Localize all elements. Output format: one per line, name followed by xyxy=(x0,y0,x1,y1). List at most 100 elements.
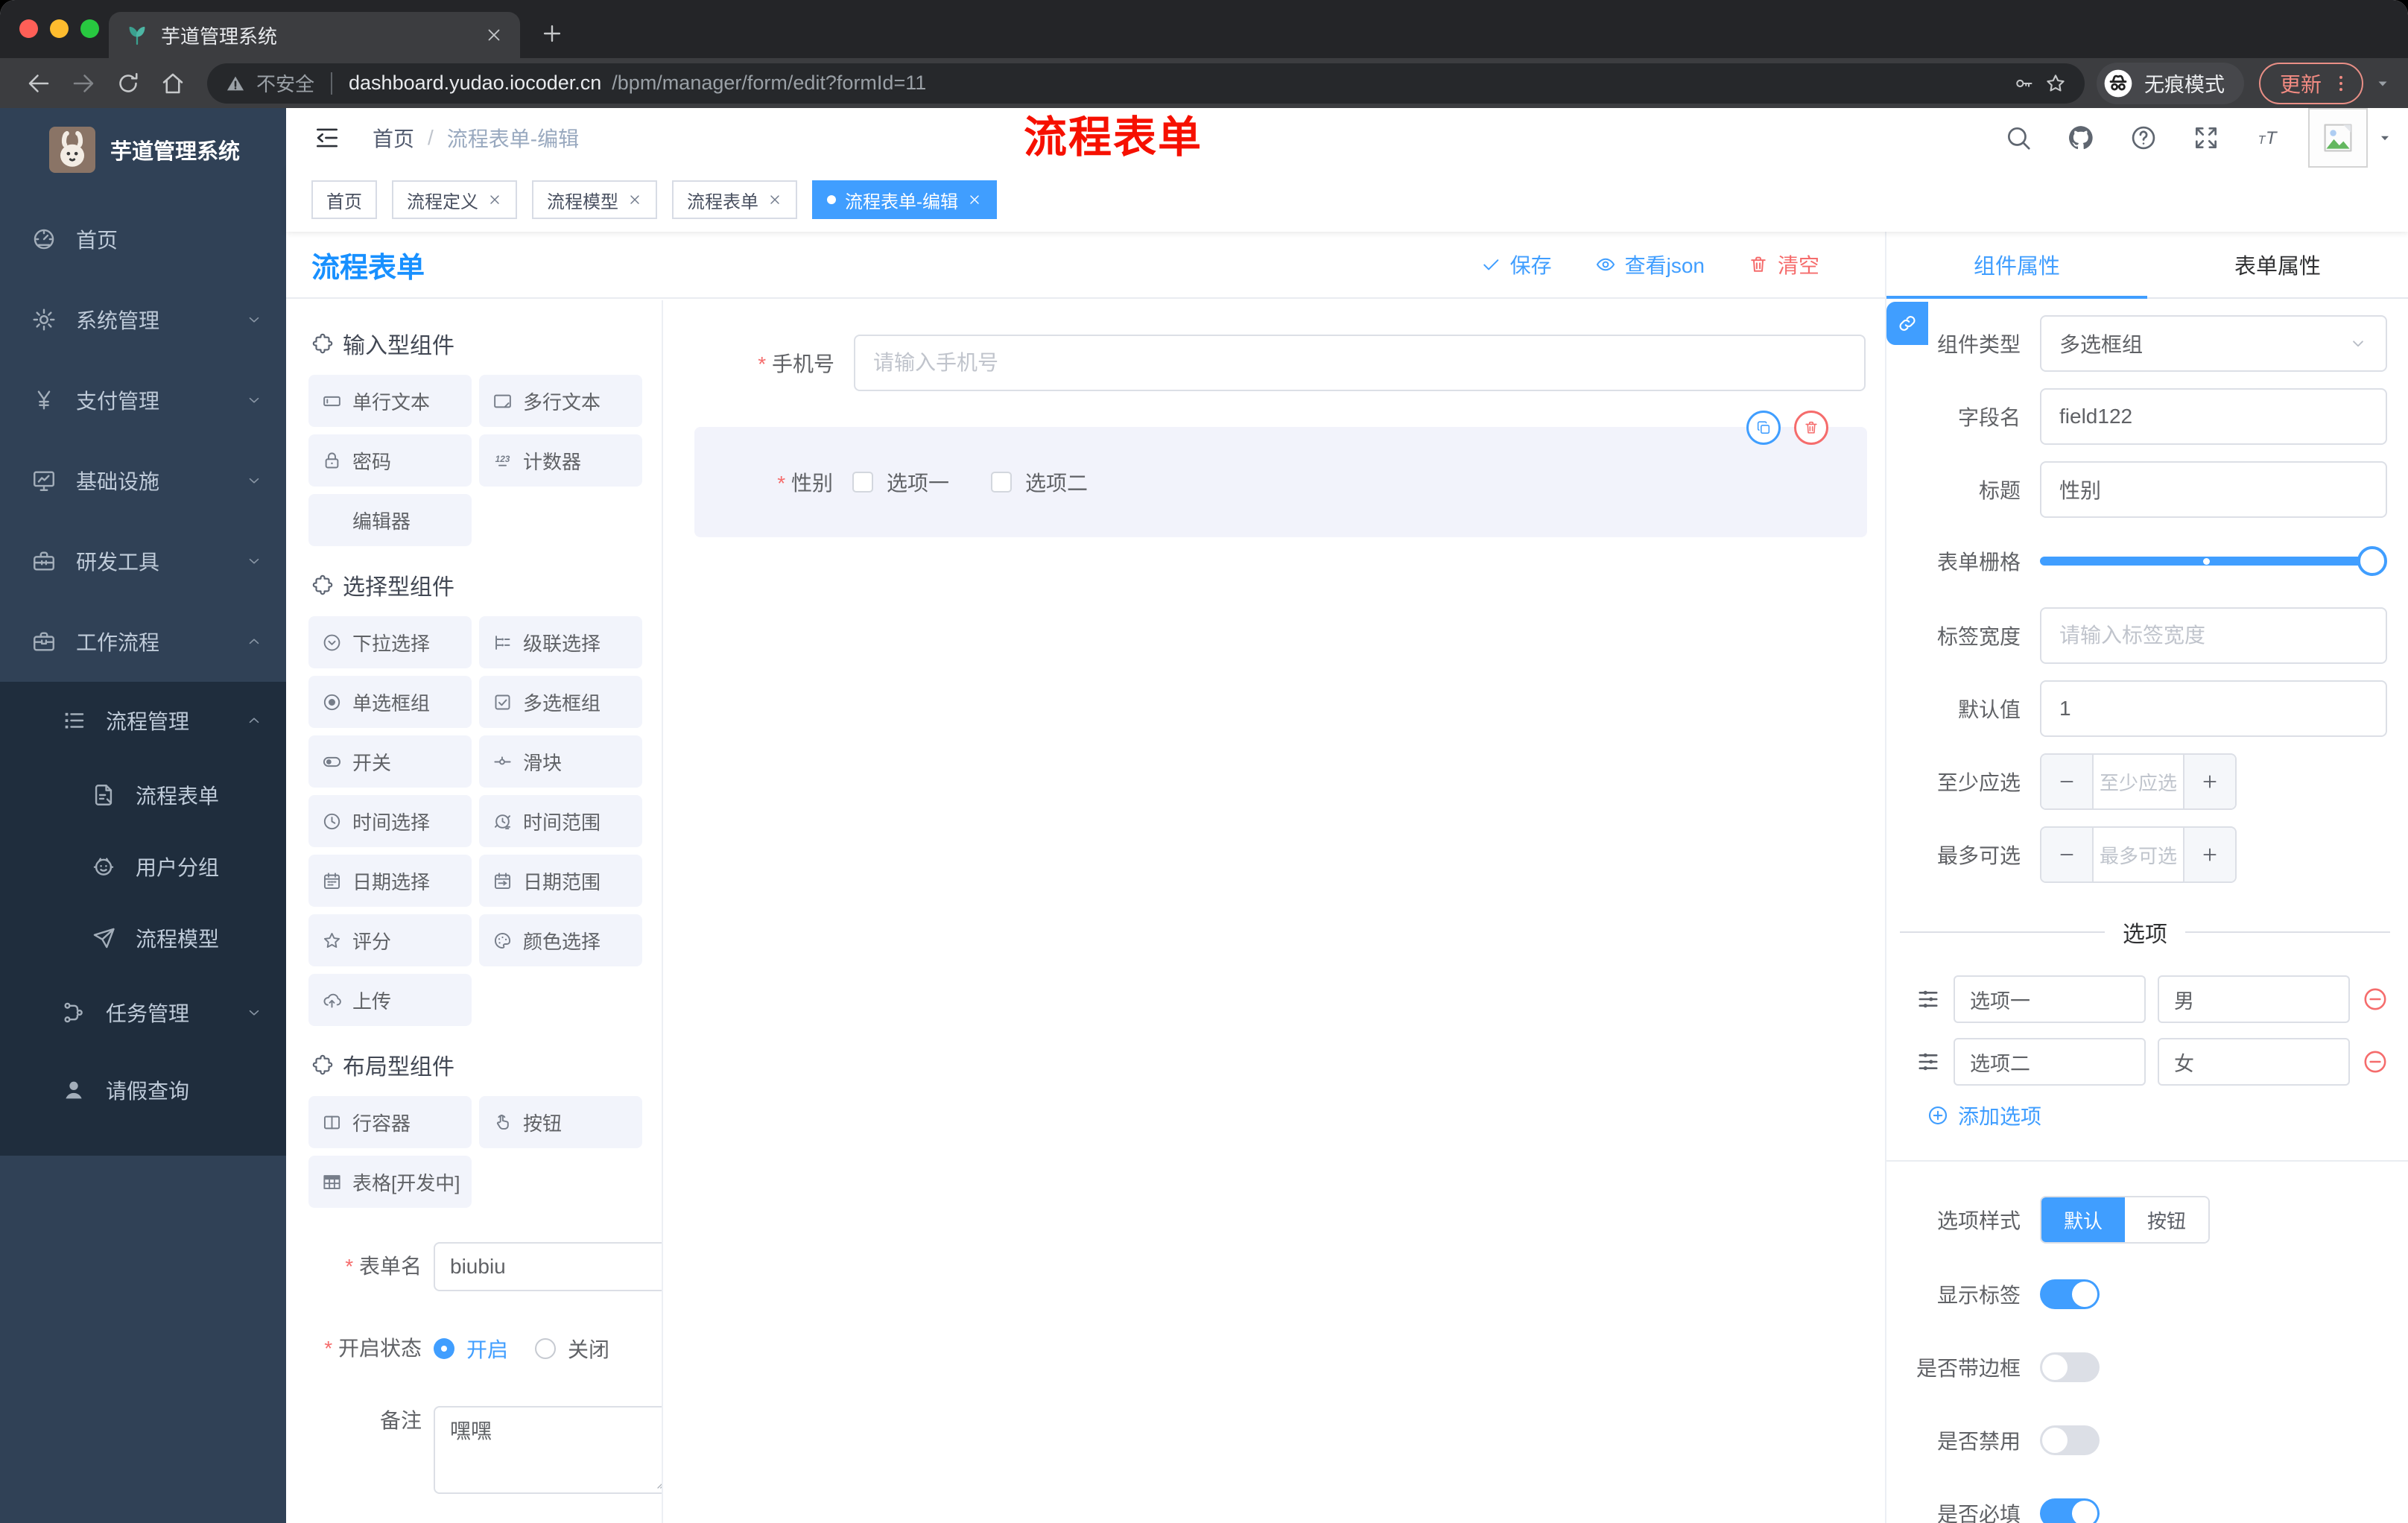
sidebar-item-系统管理[interactable]: 系统管理 xyxy=(0,279,286,360)
palette-item-表格[开发中][interactable]: 表格[开发中] xyxy=(308,1156,472,1208)
option-text-input[interactable] xyxy=(1954,975,2146,1023)
browser-tab[interactable]: 芋道管理系统 xyxy=(109,12,520,58)
remove-option-icon[interactable] xyxy=(2362,1048,2389,1075)
option-value-input[interactable] xyxy=(2158,975,2350,1023)
user-avatar[interactable] xyxy=(2308,108,2368,168)
component-type-select[interactable]: 多选框组 xyxy=(2040,315,2387,372)
label-width-input[interactable] xyxy=(2040,607,2387,664)
sidebar-item-基础设施[interactable]: 基础设施 xyxy=(0,440,286,521)
tab-close-icon[interactable] xyxy=(484,25,504,45)
sidebar-item-用户分组[interactable]: 用户分组 xyxy=(0,831,286,902)
clear-button[interactable]: 清空 xyxy=(1748,250,1819,279)
close-window-button[interactable] xyxy=(19,19,38,38)
tag-close-icon[interactable] xyxy=(967,192,982,207)
sidebar-item-首页[interactable]: 首页 xyxy=(0,199,286,279)
slider-track[interactable] xyxy=(2040,557,2383,566)
palette-item-密码[interactable]: 密码 xyxy=(308,434,472,487)
default-value-input[interactable] xyxy=(2040,680,2387,737)
remove-option-icon[interactable] xyxy=(2362,986,2389,1013)
palette-item-多选框组[interactable]: 多选框组 xyxy=(479,676,642,728)
password-manager-icon[interactable] xyxy=(2013,73,2034,94)
resize-corner-icon[interactable] xyxy=(651,1477,662,1490)
palette-item-下拉选择[interactable]: 下拉选择 xyxy=(308,616,472,668)
tag-流程表单-编辑[interactable]: 流程表单-编辑 xyxy=(812,180,997,219)
font-size-icon[interactable]: TT xyxy=(2255,124,2283,152)
tag-流程表单[interactable]: 流程表单 xyxy=(672,180,797,219)
minimize-window-button[interactable] xyxy=(50,19,69,38)
palette-item-单行文本[interactable]: 单行文本 xyxy=(308,375,472,427)
view-json-button[interactable]: 查看json xyxy=(1595,250,1705,279)
sidebar-item-研发工具[interactable]: 研发工具 xyxy=(0,521,286,601)
field-name-input[interactable] xyxy=(2040,388,2387,445)
sidebar-item-任务管理[interactable]: 任务管理 xyxy=(0,974,286,1051)
palette-item-开关[interactable]: 开关 xyxy=(308,735,472,788)
min-increase-button[interactable] xyxy=(2183,755,2235,808)
slider-handle[interactable] xyxy=(2357,546,2387,576)
collapse-sidebar-icon[interactable] xyxy=(313,124,341,152)
checkbox-option-选项一[interactable]: 选项一 xyxy=(852,467,949,497)
max-select-placeholder[interactable]: 最多可选 xyxy=(2094,828,2183,881)
toggle-是否禁用[interactable] xyxy=(2040,1425,2100,1455)
toggle-是否必填[interactable] xyxy=(2040,1498,2100,1523)
save-button[interactable]: 保存 xyxy=(1480,250,1552,279)
delete-field-button[interactable] xyxy=(1794,411,1828,445)
max-increase-button[interactable] xyxy=(2183,828,2235,881)
canvas-field-phone[interactable]: 手机号 xyxy=(696,335,1866,391)
link-tab-button[interactable] xyxy=(1886,302,1928,345)
palette-item-行容器[interactable]: 行容器 xyxy=(308,1096,472,1148)
sidebar-item-流程模型[interactable]: 流程模型 xyxy=(0,902,286,974)
checkbox-box[interactable] xyxy=(852,472,873,493)
forward-button[interactable] xyxy=(70,70,97,97)
palette-item-日期选择[interactable]: 日期选择 xyxy=(308,855,472,907)
tab-form-props[interactable]: 表单属性 xyxy=(2147,232,2408,297)
update-button[interactable]: 更新 xyxy=(2258,62,2363,104)
palette-item-时间范围[interactable]: 时间范围 xyxy=(479,795,642,847)
max-decrease-button[interactable] xyxy=(2041,828,2094,881)
add-option-button[interactable]: 添加选项 xyxy=(1927,1101,2408,1130)
avatar-caret-icon[interactable] xyxy=(2377,130,2393,146)
copy-field-button[interactable] xyxy=(1746,411,1781,445)
tag-首页[interactable]: 首页 xyxy=(311,180,377,219)
tag-close-icon[interactable] xyxy=(627,192,642,207)
remark-textarea[interactable] xyxy=(434,1406,662,1494)
palette-item-计数器[interactable]: 123 计数器 xyxy=(479,434,642,487)
breadcrumb-home[interactable]: 首页 xyxy=(373,123,414,153)
min-select-placeholder[interactable]: 至少应选 xyxy=(2094,755,2183,808)
palette-item-上传[interactable]: 上传 xyxy=(308,974,472,1026)
radio-on[interactable]: 开启 xyxy=(434,1334,508,1364)
tag-close-icon[interactable] xyxy=(487,192,502,207)
palette-item-按钮[interactable]: 按钮 xyxy=(479,1096,642,1148)
form-name-input[interactable] xyxy=(434,1242,662,1291)
address-bar[interactable]: 不安全 dashboard.yudao.iocoder.cn/bpm/manag… xyxy=(207,63,2085,104)
title-input[interactable] xyxy=(2040,461,2387,518)
checkbox-box[interactable] xyxy=(991,472,1013,493)
github-icon[interactable] xyxy=(2067,124,2095,152)
home-button[interactable] xyxy=(159,70,186,97)
palette-item-日期范围[interactable]: 日期范围 xyxy=(479,855,642,907)
browser-menu-icon[interactable] xyxy=(2331,73,2351,94)
toolbar-caret-icon[interactable] xyxy=(2374,75,2392,92)
palette-item-颜色选择[interactable]: 颜色选择 xyxy=(479,914,642,966)
form-grid-slider[interactable] xyxy=(2040,546,2387,576)
tab-component-props[interactable]: 组件属性 xyxy=(1886,232,2147,299)
palette-item-单选框组[interactable]: 单选框组 xyxy=(308,676,472,728)
search-icon[interactable] xyxy=(2004,124,2032,152)
tag-流程模型[interactable]: 流程模型 xyxy=(532,180,657,219)
help-icon[interactable] xyxy=(2129,124,2158,152)
style-option-默认[interactable]: 默认 xyxy=(2041,1197,2126,1242)
sidebar-item-工作流程[interactable]: 工作流程 xyxy=(0,601,286,682)
toggle-显示标签[interactable] xyxy=(2040,1279,2100,1309)
palette-item-评分[interactable]: 评分 xyxy=(308,914,472,966)
sidebar-item-流程管理[interactable]: 流程管理 xyxy=(0,682,286,759)
min-decrease-button[interactable] xyxy=(2041,755,2094,808)
bookmark-star-icon[interactable] xyxy=(2044,72,2067,95)
palette-item-时间选择[interactable]: 时间选择 xyxy=(308,795,472,847)
phone-input[interactable] xyxy=(854,335,1866,391)
checkbox-option-选项二[interactable]: 选项二 xyxy=(991,467,1088,497)
zoom-window-button[interactable] xyxy=(80,19,99,38)
palette-item-多行文本[interactable]: 多行文本 xyxy=(479,375,642,427)
radio-off[interactable]: 关闭 xyxy=(535,1334,609,1364)
option-value-input[interactable] xyxy=(2158,1038,2350,1086)
style-option-按钮[interactable]: 按钮 xyxy=(2125,1197,2209,1242)
sidebar-item-请假查询[interactable]: 请假查询 xyxy=(0,1051,286,1129)
